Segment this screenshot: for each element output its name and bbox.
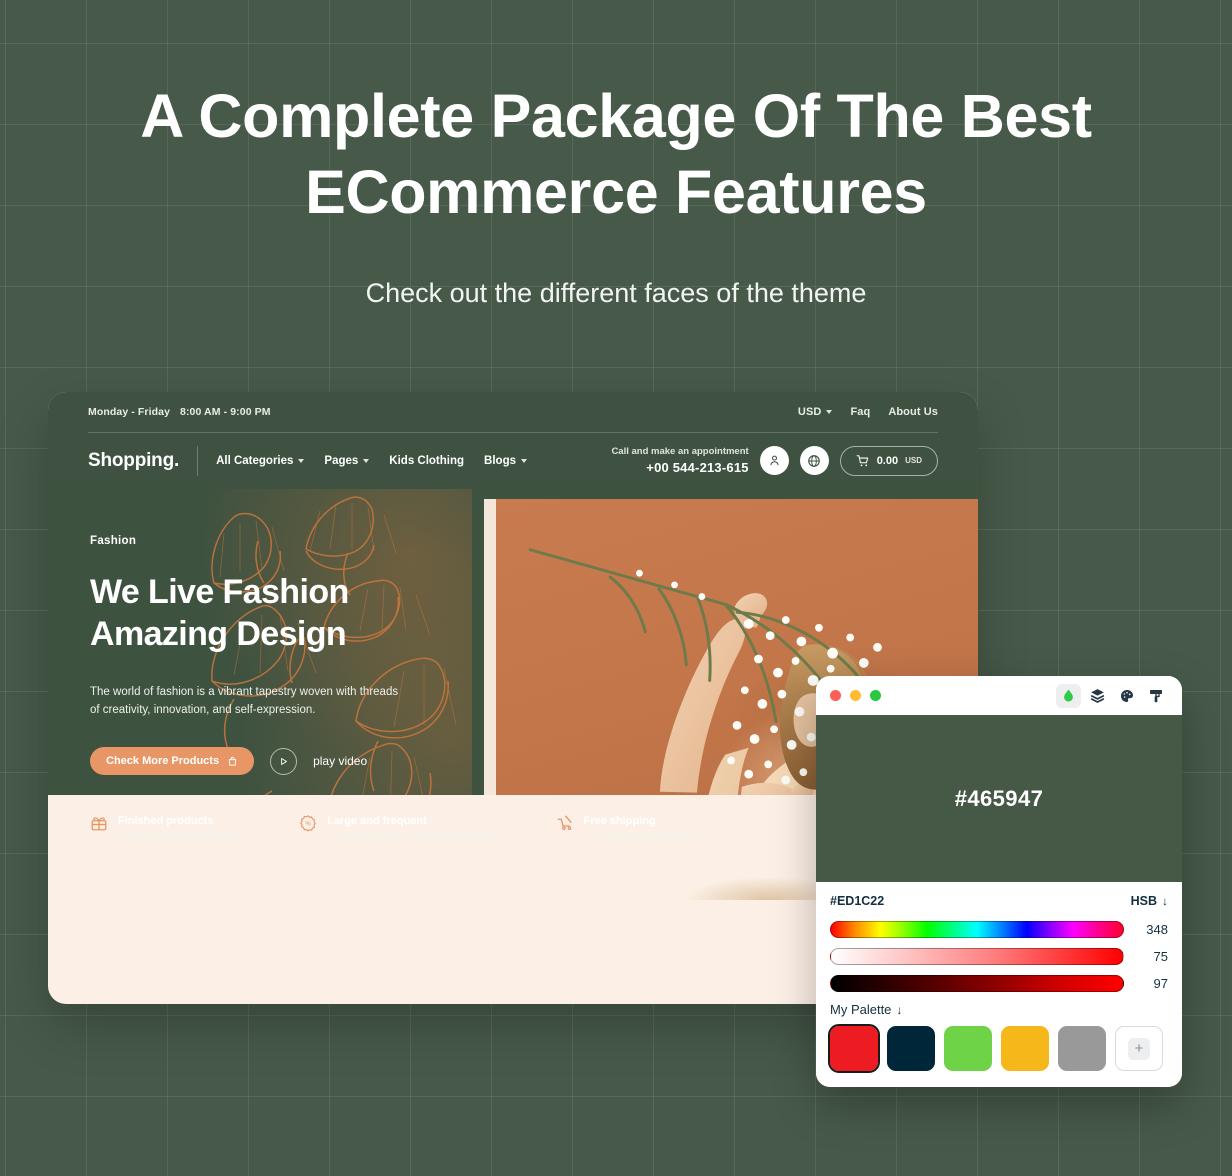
color-picker-titlebar[interactable] (816, 676, 1182, 715)
tool-paint-roller[interactable] (1143, 684, 1168, 708)
play-video-label: play video (313, 754, 368, 768)
brightness-slider[interactable] (830, 975, 1124, 992)
site-logo[interactable]: Shopping. (88, 450, 179, 472)
palette-swatch[interactable] (1001, 1026, 1049, 1071)
saturation-slider[interactable] (830, 948, 1124, 965)
nav-item-label: Kids Clothing (389, 455, 465, 467)
cart-amount: 0.00 (876, 454, 899, 467)
zoom-window-button[interactable] (870, 690, 881, 701)
hero-headline-line1: We Live Fashion (90, 573, 349, 611)
color-picker-header-row: #ED1C22 HSB ↓ (830, 894, 1168, 908)
my-palette-label: My Palette (830, 1002, 892, 1017)
nav-item-all-categories[interactable]: All Categories (216, 455, 305, 467)
cart-icon (856, 455, 868, 467)
store-hours: Monday - Friday 8:00 AM - 9:00 PM (88, 406, 271, 418)
topbar-links: USD Faq About Us (798, 406, 938, 418)
color-picker-toolbar (1056, 683, 1168, 708)
page-subtitle: Check out the different faces of the the… (365, 278, 867, 308)
palette-swatch[interactable] (944, 1026, 992, 1071)
layers-icon (1090, 689, 1105, 703)
account-button[interactable] (759, 446, 789, 476)
nav-item-kids-clothing[interactable]: Kids Clothing (389, 455, 464, 467)
hero-text-block: Fashion We Live Fashion Amazing Design T… (48, 489, 472, 775)
palette-swatch[interactable] (1058, 1026, 1106, 1071)
language-button[interactable] (799, 446, 829, 476)
currency-selector[interactable]: USD (798, 406, 833, 418)
nav-links: All Categories Pages Kids Clothing Blogs (216, 455, 527, 467)
hue-slider[interactable] (830, 921, 1124, 938)
hero-cta-row: Check More Products play video (90, 747, 472, 775)
nav-right-cluster: Call and make an appointment +00 544-213… (611, 446, 938, 476)
my-palette-header[interactable]: My Palette ↓ (830, 1002, 1168, 1017)
check-more-products-label: Check More Products (106, 755, 220, 767)
add-swatch-button[interactable]: + (1115, 1026, 1163, 1071)
cart-currency: USD (905, 456, 922, 466)
currency-label: USD (797, 406, 822, 418)
topbar-link-faq[interactable]: Faq (850, 406, 870, 418)
palette-swatch[interactable] (828, 1024, 880, 1073)
topbar-link-about-us[interactable]: About Us (888, 406, 938, 418)
nav-item-pages[interactable]: Pages (324, 455, 370, 467)
play-icon (281, 757, 288, 765)
cart-button[interactable]: 0.00 USD (839, 445, 938, 476)
brightness-value: 97 (1153, 976, 1168, 991)
color-picker-window: #465947 #ED1C22 HSB ↓ 348 75 97 My Palet… (816, 676, 1182, 1087)
nav-item-label: Pages (324, 455, 359, 467)
hue-value: 348 (1146, 922, 1168, 937)
color-picker-body: #ED1C22 HSB ↓ 348 75 97 My Palette ↓ + (816, 882, 1182, 1087)
saturation-value: 75 (1153, 949, 1168, 964)
hero-description: The world of fashion is a vibrant tapest… (90, 686, 399, 716)
close-window-button[interactable] (830, 690, 841, 701)
minimize-window-button[interactable] (850, 690, 861, 701)
page-title: A Complete Package Of The Best ECommerce… (140, 82, 1092, 226)
saturation-slider-row: 75 (830, 948, 1168, 965)
appointment-label: Call and make an appointment (611, 445, 749, 457)
palette-icon (1120, 689, 1133, 702)
store-hours-days: Monday - Friday (88, 406, 171, 418)
nav-item-label: All Categories (216, 455, 294, 467)
hero-headline-line2: Amazing Design (90, 615, 347, 653)
appointment-block: Call and make an appointment +00 544-213… (611, 446, 748, 476)
hero-eyebrow: Fashion (90, 535, 137, 547)
appointment-phone[interactable]: +00 544-213-615 (611, 459, 748, 477)
globe-icon (808, 455, 821, 467)
tool-palette[interactable] (1114, 684, 1139, 708)
plus-icon: + (1128, 1037, 1150, 1060)
play-video-button[interactable] (270, 747, 298, 775)
droplet-icon (1064, 689, 1073, 702)
color-preview-swatch: #465947 (816, 715, 1182, 882)
site-topbar: Monday - Friday 8:00 AM - 9:00 PM USD Fa… (48, 392, 978, 432)
tool-droplet[interactable] (1056, 683, 1081, 708)
tool-layers[interactable] (1085, 684, 1110, 708)
chevron-down-icon (521, 459, 527, 463)
hero-headline: We Live Fashion Amazing Design (90, 571, 472, 655)
preview-hex-value: #465947 (954, 785, 1044, 811)
user-icon (770, 456, 779, 466)
palette-swatch[interactable] (887, 1026, 935, 1071)
arrow-down-icon: ↓ (896, 1002, 903, 1017)
window-controls (830, 690, 881, 701)
color-mode-label: HSB (1130, 894, 1157, 908)
brightness-slider-row: 97 (830, 975, 1168, 992)
site-main-nav: Shopping. All Categories Pages Kids Clot… (48, 433, 978, 489)
arrow-down-icon: ↓ (1162, 894, 1168, 908)
nav-divider (197, 446, 199, 476)
current-hex-value[interactable]: #ED1C22 (830, 894, 884, 908)
hue-slider-row: 348 (830, 921, 1168, 938)
bag-icon (228, 756, 237, 766)
palette-swatches: + (828, 1024, 1168, 1073)
nav-item-blogs[interactable]: Blogs (484, 455, 527, 467)
nav-item-label: Blogs (484, 455, 516, 467)
chevron-down-icon (363, 459, 370, 463)
chevron-down-icon (826, 410, 833, 414)
headline-block: A Complete Package Of The Best ECommerce… (0, 78, 1232, 310)
chevron-down-icon (298, 459, 305, 463)
store-hours-time: 8:00 AM - 9:00 PM (180, 406, 271, 418)
color-mode-selector[interactable]: HSB ↓ (1131, 894, 1168, 908)
paint-roller-icon (1149, 689, 1162, 702)
check-more-products-button[interactable]: Check More Products (90, 747, 255, 775)
